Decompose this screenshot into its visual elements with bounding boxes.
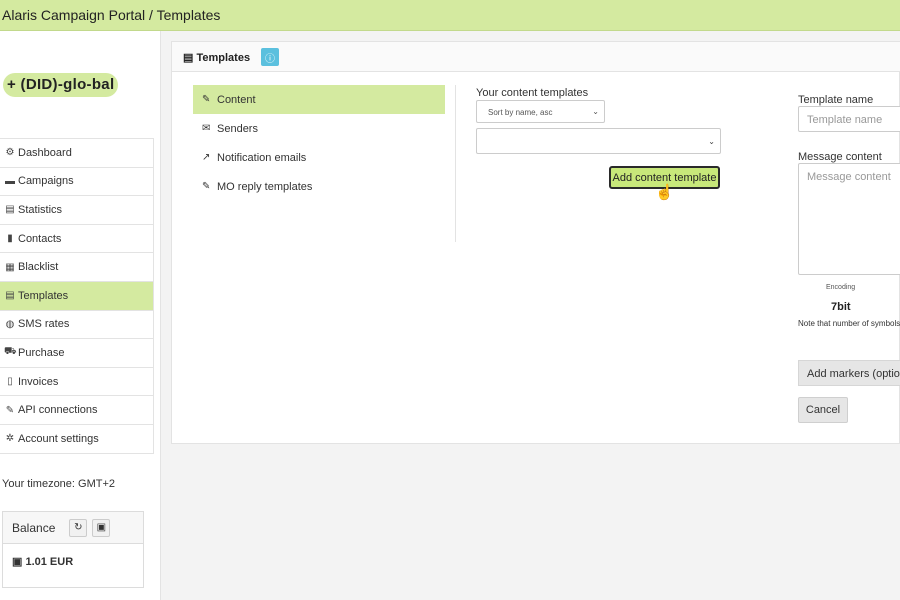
submenu-item-notification-emails[interactable]: ↗ Notification emails bbox=[193, 143, 445, 172]
template-name-label: Template name bbox=[798, 94, 874, 106]
sidebar-item-label: API connections bbox=[18, 404, 98, 417]
sidebar-item-account-settings[interactable]: ✲ Account settings bbox=[0, 424, 154, 454]
balance-amount: ▣ 1.01 EUR bbox=[12, 556, 74, 568]
edit-icon: ✎ bbox=[202, 181, 211, 192]
message-content-textarea[interactable]: Message content bbox=[798, 163, 900, 275]
submenu-item-content[interactable]: ✎ Content bbox=[193, 85, 445, 114]
panel-header: ▤ Templates ⓘ bbox=[172, 42, 900, 72]
brand-logo[interactable]: + (DID)-glo-bal bbox=[3, 73, 119, 97]
sidebar-item-label: SMS rates bbox=[18, 318, 70, 331]
submenu-item-mo-reply-templates[interactable]: ✎ MO reply templates bbox=[193, 172, 445, 201]
panel-title: ▤ Templates bbox=[183, 52, 251, 64]
wallet-icon: ▣ bbox=[96, 522, 107, 533]
sidebar-item-label: Statistics bbox=[18, 203, 63, 216]
statistics-icon: ▤ bbox=[5, 204, 15, 216]
envelope-icon: ✉ bbox=[202, 123, 211, 134]
sidebar-item-api-connections[interactable]: ✎ API connections bbox=[0, 396, 154, 425]
sidebar-nav: ⚙ Dashboard ▬ Campaigns ▤ Statistics ▮ Contacts… bbox=[0, 138, 154, 454]
submenu-item-label: Senders bbox=[217, 122, 258, 135]
balance-label: Balance bbox=[12, 520, 56, 535]
sidebar-item-purchase[interactable]: ⛟ Purchase bbox=[0, 339, 154, 368]
submenu-item-label: MO reply templates bbox=[217, 180, 313, 193]
cancel-button[interactable]: Cancel bbox=[798, 397, 848, 423]
sidebar-item-label: Purchase bbox=[18, 346, 65, 359]
sort-select-value: Sort by name, asc bbox=[488, 108, 553, 117]
sidebar-item-invoices[interactable]: ▯ Invoices bbox=[0, 367, 154, 397]
external-link-icon: ↗ bbox=[202, 152, 211, 163]
gear-icon: ✲ bbox=[5, 433, 15, 445]
sms-rates-icon: ◍ bbox=[5, 318, 15, 330]
chevron-down-icon: ⌄ bbox=[592, 107, 599, 116]
encoding-label: Encoding bbox=[826, 284, 856, 291]
sidebar-item-statistics[interactable]: ▤ Statistics bbox=[0, 196, 154, 225]
sidebar-item-label: Blacklist bbox=[18, 261, 59, 274]
sidebar-item-templates[interactable]: ▤ Templates bbox=[0, 281, 154, 311]
cart-icon: ⛟ bbox=[4, 346, 17, 358]
message-content-label: Message content bbox=[798, 151, 882, 163]
sidebar-item-contacts[interactable]: ▮ Contacts bbox=[0, 224, 154, 254]
edit-icon: ✎ bbox=[202, 94, 211, 105]
templates-icon: ▤ bbox=[183, 52, 194, 64]
content-templates-label: Your content templates bbox=[476, 87, 589, 99]
templates-icon: ▤ bbox=[5, 290, 15, 302]
sidebar-item-label: Templates bbox=[18, 289, 69, 302]
dashboard-icon: ⚙ bbox=[5, 147, 15, 159]
sidebar-item-label: Campaigns bbox=[18, 175, 74, 188]
campaigns-icon: ▬ bbox=[5, 175, 15, 187]
balance-header: Balance ↻ ▣ bbox=[3, 512, 143, 544]
templates-panel: ▤ Templates ⓘ ✎ Content ✉ Senders ↗ Notificat… bbox=[171, 41, 900, 444]
refresh-balance-button[interactable]: ↻ bbox=[69, 518, 88, 537]
sidebar-item-label: Account settings bbox=[18, 432, 99, 445]
sidebar-item-sms-rates[interactable]: ◍ SMS rates bbox=[0, 310, 154, 340]
top-bar: Alaris Campaign Portal / Templates bbox=[0, 0, 900, 31]
template-name-input[interactable]: Template name bbox=[798, 106, 900, 132]
wallet-icon: ▣ bbox=[12, 556, 23, 568]
sidebar-item-label: Contacts bbox=[18, 232, 62, 245]
sidebar-item-label: Invoices bbox=[18, 375, 59, 388]
column-divider bbox=[455, 85, 456, 242]
encoding-value: 7bit bbox=[831, 301, 851, 313]
templates-submenu: ✎ Content ✉ Senders ↗ Notification emails ✎ MO … bbox=[193, 85, 445, 201]
refresh-icon: ↻ bbox=[74, 522, 83, 533]
sidebar-item-dashboard[interactable]: ⚙ Dashboard bbox=[0, 139, 154, 168]
balance-box: Balance ↻ ▣ ▣ 1.01 EUR bbox=[2, 511, 144, 588]
sidebar-item-label: Dashboard bbox=[18, 146, 72, 159]
info-icon[interactable]: ⓘ bbox=[261, 48, 279, 66]
template-select[interactable]: ⌄ bbox=[476, 128, 721, 154]
symbols-note: Note that number of symbols used. bbox=[798, 319, 900, 328]
app-title: Alaris Campaign Portal / Templates bbox=[2, 7, 221, 23]
contacts-icon: ▮ bbox=[7, 233, 13, 245]
plug-icon: ✎ bbox=[5, 404, 15, 416]
sidebar: + (DID)-glo-bal ⚙ Dashboard ▬ Campaigns ▤ Sta… bbox=[0, 31, 161, 600]
sort-select[interactable]: Sort by name, asc ⌄ bbox=[476, 100, 605, 123]
submenu-item-label: Content bbox=[217, 93, 256, 106]
add-markers-button[interactable]: Add markers (optional) bbox=[798, 360, 900, 386]
chevron-down-icon: ⌄ bbox=[708, 137, 715, 146]
wallet-button[interactable]: ▣ bbox=[92, 518, 111, 537]
submenu-item-senders[interactable]: ✉ Senders bbox=[193, 114, 445, 143]
invoice-icon: ▯ bbox=[7, 376, 13, 388]
timezone-text: Your timezone: GMT+2 bbox=[2, 478, 116, 490]
blacklist-icon: ▦ bbox=[5, 261, 15, 273]
hand-cursor-icon: ☝ bbox=[655, 184, 674, 201]
submenu-item-label: Notification emails bbox=[217, 151, 307, 164]
sidebar-item-blacklist[interactable]: ▦ Blacklist bbox=[0, 253, 154, 282]
sidebar-item-campaigns[interactable]: ▬ Campaigns bbox=[0, 167, 154, 197]
